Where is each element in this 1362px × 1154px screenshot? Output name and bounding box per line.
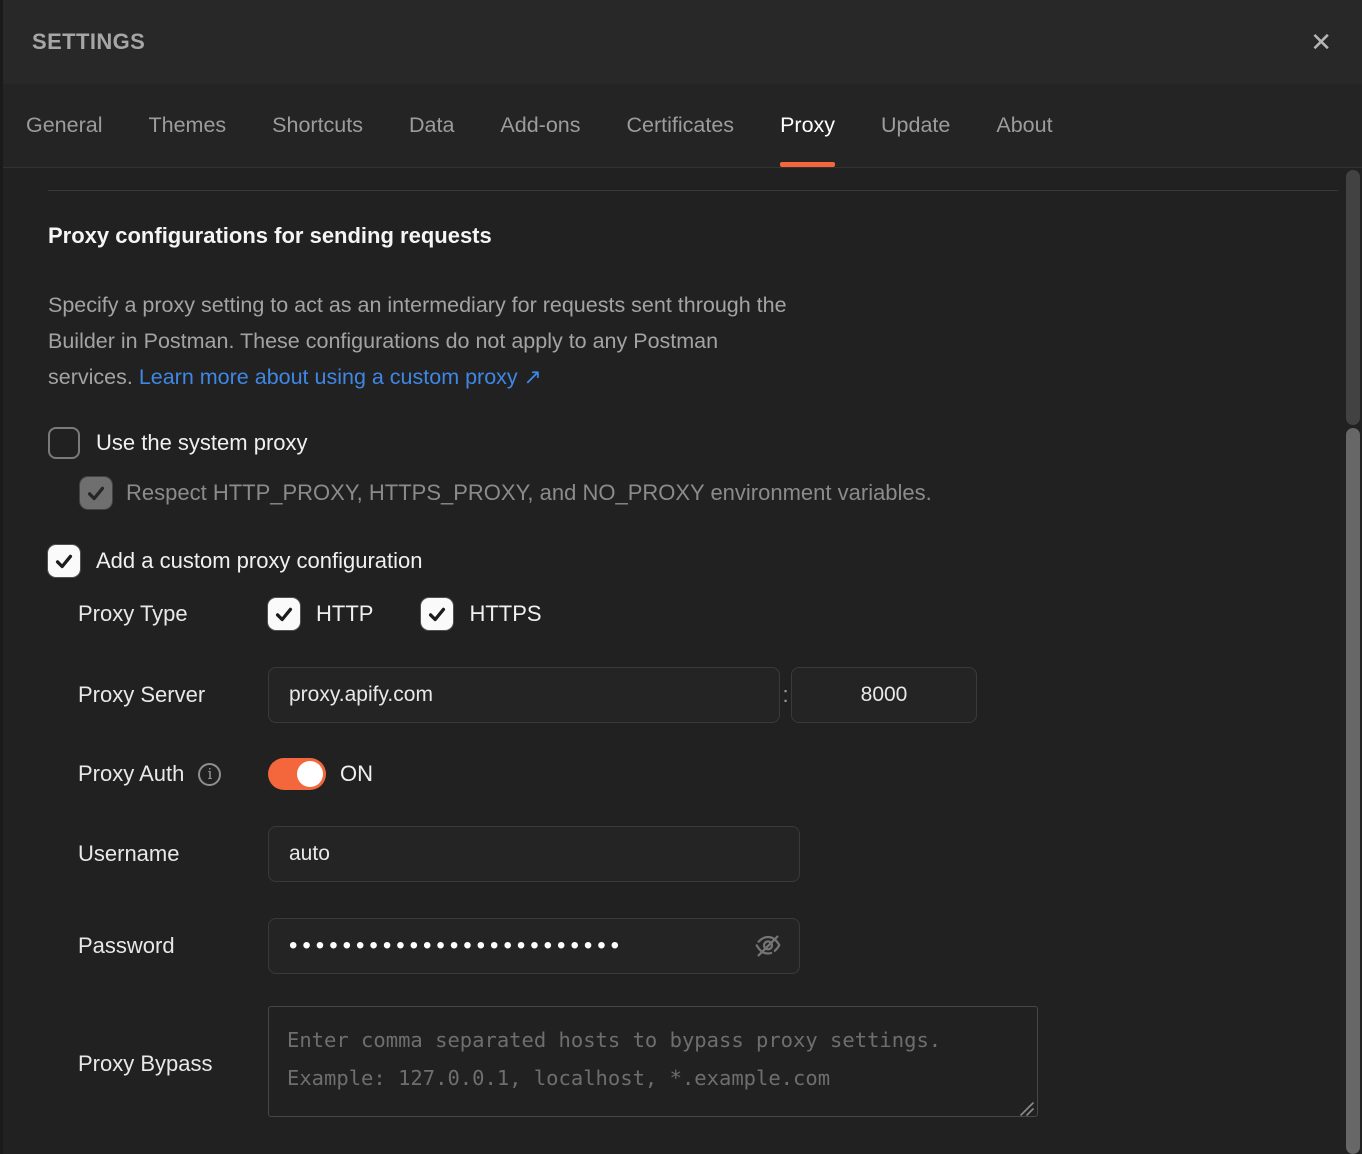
checkmark-icon [85,482,107,504]
tab-data[interactable]: Data [409,84,454,167]
system-proxy-checkbox[interactable] [48,427,80,459]
proxy-bypass-textarea[interactable] [268,1006,1038,1117]
tab-general[interactable]: General [26,84,103,167]
learn-more-link[interactable]: Learn more about using a custom proxy ↗ [139,365,542,389]
tab-update[interactable]: Update [881,84,950,167]
resize-handle-icon[interactable] [1020,1102,1034,1116]
tab-add-ons[interactable]: Add-ons [500,84,580,167]
description-line-1: Specify a proxy setting to act as an int… [48,287,1362,323]
password-field-wrapper [268,918,800,974]
info-icon[interactable]: i [198,763,221,786]
proxy-server-label: Proxy Server [78,682,268,708]
checkmark-icon [273,603,295,625]
http-checkbox[interactable] [268,598,300,630]
scrollbar-thumb[interactable] [1346,428,1360,1154]
tab-about[interactable]: About [996,84,1052,167]
proxy-host-input[interactable] [268,667,780,723]
tab-certificates[interactable]: Certificates [627,84,735,167]
password-input[interactable] [268,918,800,974]
http-option: HTTP [268,598,373,630]
proxy-type-label: Proxy Type [78,601,268,627]
env-vars-row: Respect HTTP_PROXY, HTTPS_PROXY, and NO_… [80,477,1362,509]
tab-themes[interactable]: Themes [149,84,227,167]
https-label: HTTPS [469,601,541,627]
proxy-port-input[interactable] [791,667,977,723]
username-row: Username [48,826,1362,882]
custom-proxy-row: Add a custom proxy configuration [48,545,1362,577]
proxy-type-row: Proxy Type HTTP HTTPS [48,598,1362,630]
env-vars-checkbox [80,477,112,509]
section-description: Specify a proxy setting to act as an int… [48,287,1362,395]
proxy-auth-toggle[interactable] [268,758,326,790]
proxy-bypass-row: Proxy Bypass [48,1006,1362,1122]
description-line-3: services. Learn more about using a custo… [48,359,1362,395]
https-checkbox[interactable] [421,598,453,630]
proxy-bypass-wrapper [268,1006,1038,1122]
system-proxy-row: Use the system proxy [48,427,1362,459]
host-port-separator: : [780,682,791,708]
env-vars-label: Respect HTTP_PROXY, HTTPS_PROXY, and NO_… [126,480,932,506]
section-heading: Proxy configurations for sending request… [48,223,1362,249]
tab-shortcuts[interactable]: Shortcuts [272,84,363,167]
system-proxy-label: Use the system proxy [96,430,308,456]
content-divider [48,190,1338,191]
proxy-auth-label: Proxy Auth i [78,761,268,787]
proxy-settings-panel: Proxy configurations for sending request… [0,190,1362,1122]
password-label: Password [78,933,268,959]
http-label: HTTP [316,601,373,627]
modal-title: SETTINGS [32,29,145,55]
checkmark-icon [53,550,75,572]
window-left-edge [0,0,3,1154]
close-icon[interactable]: ✕ [1306,25,1336,59]
scrollbar-track[interactable] [1346,170,1360,425]
username-input[interactable] [268,826,800,882]
tab-proxy[interactable]: Proxy [780,84,835,167]
eye-off-icon[interactable] [752,930,784,962]
proxy-auth-state: ON [340,761,373,787]
custom-proxy-checkbox[interactable] [48,545,80,577]
description-line-2: Builder in Postman. These configurations… [48,323,1362,359]
modal-header: SETTINGS ✕ [0,0,1362,84]
https-option: HTTPS [421,598,541,630]
toggle-knob [297,761,323,787]
username-label: Username [78,841,268,867]
proxy-bypass-label: Proxy Bypass [78,1051,268,1077]
proxy-auth-row: Proxy Auth i ON [48,758,1362,790]
custom-proxy-label: Add a custom proxy configuration [96,548,423,574]
settings-modal: SETTINGS ✕ General Themes Shortcuts Data… [0,0,1362,1154]
password-row: Password [48,918,1362,974]
settings-tabbar: General Themes Shortcuts Data Add-ons Ce… [0,84,1362,168]
checkmark-icon [426,603,448,625]
proxy-server-row: Proxy Server : [48,667,1362,723]
